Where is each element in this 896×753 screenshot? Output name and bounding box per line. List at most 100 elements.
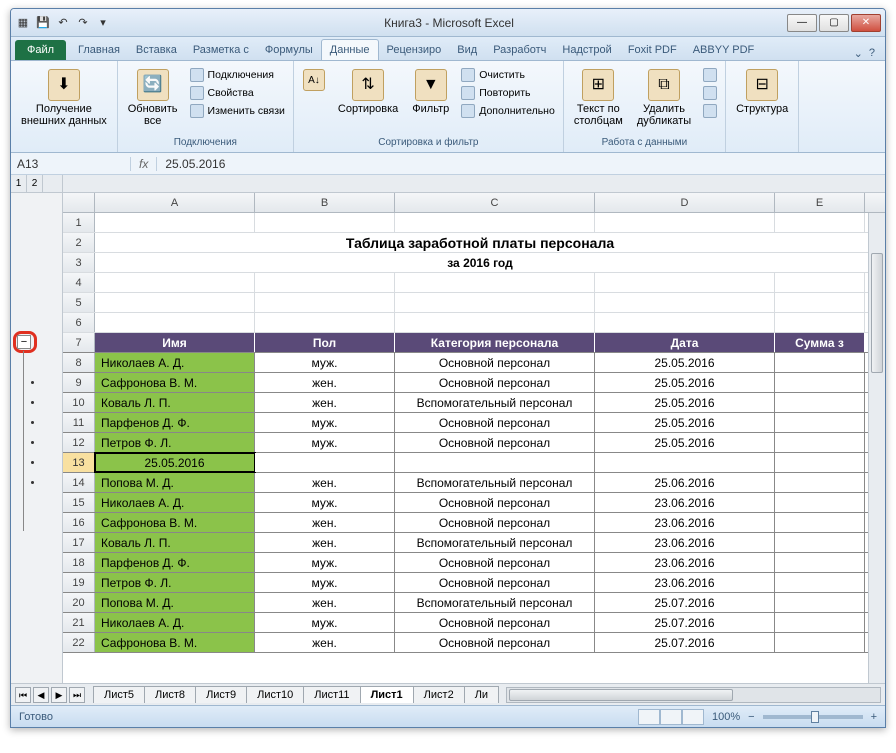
- cell[interactable]: [775, 433, 865, 452]
- cell[interactable]: жен.: [255, 533, 395, 552]
- cell[interactable]: [775, 373, 865, 392]
- cell[interactable]: Вспомогательный персонал: [395, 593, 595, 612]
- sheet-tab[interactable]: Лист1: [360, 686, 414, 703]
- cell[interactable]: 25.05.2016: [595, 433, 775, 452]
- get-external-data-button[interactable]: ⬇ Получение внешних данных: [17, 67, 111, 129]
- connections-button[interactable]: Подключения: [188, 67, 287, 83]
- vertical-scrollbar[interactable]: [868, 213, 885, 683]
- cell[interactable]: жен.: [255, 593, 395, 612]
- cell[interactable]: 25.07.2016: [595, 633, 775, 652]
- zoom-level[interactable]: 100%: [712, 711, 740, 723]
- cell[interactable]: Вспомогательный персонал: [395, 393, 595, 412]
- undo-icon[interactable]: ↶: [55, 15, 71, 31]
- cell[interactable]: [775, 353, 865, 372]
- cell[interactable]: 23.06.2016: [595, 493, 775, 512]
- ribbon-tab-данные[interactable]: Данные: [321, 39, 379, 60]
- horizontal-scrollbar[interactable]: [506, 687, 881, 703]
- select-all-corner[interactable]: [63, 193, 95, 212]
- cell[interactable]: Парфенов Д. Ф.: [95, 413, 255, 432]
- cell[interactable]: Петров Ф. Л.: [95, 433, 255, 452]
- cell[interactable]: Коваль Л. П.: [95, 393, 255, 412]
- col-header-A[interactable]: A: [95, 193, 255, 212]
- sort-az-button[interactable]: A↓: [300, 67, 328, 93]
- cell[interactable]: муж.: [255, 493, 395, 512]
- row-header[interactable]: 6: [63, 313, 95, 332]
- cell[interactable]: [775, 533, 865, 552]
- cell[interactable]: [775, 453, 865, 472]
- clear-filter-button[interactable]: Очистить: [459, 67, 557, 83]
- advanced-filter-button[interactable]: Дополнительно: [459, 103, 557, 119]
- cell[interactable]: [395, 453, 595, 472]
- sheet-tab[interactable]: Лист5: [93, 686, 145, 703]
- row-header[interactable]: 3: [63, 253, 95, 272]
- filter-button[interactable]: ▼Фильтр: [408, 67, 453, 117]
- cell[interactable]: жен.: [255, 513, 395, 532]
- ribbon-tab-abbyy pdf[interactable]: ABBYY PDF: [685, 40, 763, 60]
- cell[interactable]: 23.06.2016: [595, 513, 775, 532]
- formula-input[interactable]: 25.05.2016: [157, 157, 885, 171]
- zoom-out-button[interactable]: −: [748, 711, 754, 723]
- row-header[interactable]: 5: [63, 293, 95, 312]
- ribbon-tab-формулы[interactable]: Формулы: [257, 40, 321, 60]
- cell[interactable]: муж.: [255, 433, 395, 452]
- cell[interactable]: Основной персонал: [395, 633, 595, 652]
- cell[interactable]: 25.05.2016: [595, 353, 775, 372]
- cell[interactable]: 25.05.2016: [595, 393, 775, 412]
- cell[interactable]: Основной персонал: [395, 353, 595, 372]
- cell[interactable]: жен.: [255, 373, 395, 392]
- cell[interactable]: [775, 613, 865, 632]
- cell[interactable]: 23.06.2016: [595, 573, 775, 592]
- cell[interactable]: жен.: [255, 633, 395, 652]
- view-normal-button[interactable]: [638, 709, 660, 725]
- properties-button[interactable]: Свойства: [188, 85, 287, 101]
- cell[interactable]: Основной персонал: [395, 573, 595, 592]
- sheet-tab[interactable]: Лист10: [246, 686, 304, 703]
- cell[interactable]: Сафронова В. М.: [95, 373, 255, 392]
- save-icon[interactable]: 💾: [35, 15, 51, 31]
- help-icon[interactable]: ?: [869, 47, 875, 60]
- sheet-tab[interactable]: Лист8: [144, 686, 196, 703]
- file-tab[interactable]: Файл: [15, 40, 66, 60]
- ribbon-tab-рецензиро[interactable]: Рецензиро: [379, 40, 450, 60]
- cell[interactable]: 25.05.2016: [595, 413, 775, 432]
- cell[interactable]: жен.: [255, 393, 395, 412]
- cell[interactable]: [775, 593, 865, 612]
- row-header[interactable]: 17: [63, 533, 95, 552]
- cell[interactable]: жен.: [255, 473, 395, 492]
- cell[interactable]: [595, 453, 775, 472]
- zoom-slider[interactable]: [763, 715, 863, 719]
- reapply-button[interactable]: Повторить: [459, 85, 557, 101]
- cell[interactable]: 23.06.2016: [595, 533, 775, 552]
- col-header-C[interactable]: C: [395, 193, 595, 212]
- ribbon-tab-разметка с[interactable]: Разметка с: [185, 40, 257, 60]
- cell[interactable]: [255, 453, 395, 472]
- sheet-nav-prev[interactable]: ◀: [33, 687, 49, 703]
- row-header[interactable]: 13: [63, 453, 95, 472]
- sort-button[interactable]: ⇅Сортировка: [334, 67, 402, 117]
- cell[interactable]: Попова М. Д.: [95, 593, 255, 612]
- qat-more-icon[interactable]: ▾: [95, 15, 111, 31]
- cell[interactable]: Основной персонал: [395, 613, 595, 632]
- cell[interactable]: [775, 553, 865, 572]
- cell[interactable]: [775, 493, 865, 512]
- row-header[interactable]: 20: [63, 593, 95, 612]
- col-header-E[interactable]: E: [775, 193, 865, 212]
- spreadsheet-grid[interactable]: A B C D E 1 2Таблица заработной платы пе…: [63, 193, 885, 683]
- cell[interactable]: [775, 573, 865, 592]
- cell[interactable]: [775, 413, 865, 432]
- cell[interactable]: [775, 473, 865, 492]
- sheet-tab[interactable]: Ли: [464, 686, 499, 703]
- row-header[interactable]: 7: [63, 333, 95, 352]
- sheet-tab[interactable]: Лист11: [303, 686, 360, 703]
- row-header[interactable]: 2: [63, 233, 95, 252]
- row-header[interactable]: 19: [63, 573, 95, 592]
- row-header[interactable]: 12: [63, 433, 95, 452]
- cell[interactable]: Основной персонал: [395, 493, 595, 512]
- remove-duplicates-button[interactable]: ⧉Удалить дубликаты: [633, 67, 695, 129]
- row-header[interactable]: 9: [63, 373, 95, 392]
- cell[interactable]: Основной персонал: [395, 413, 595, 432]
- header-category[interactable]: Категория персонала: [395, 333, 595, 352]
- ribbon-tab-главная[interactable]: Главная: [70, 40, 128, 60]
- cell[interactable]: муж.: [255, 613, 395, 632]
- row-header[interactable]: 8: [63, 353, 95, 372]
